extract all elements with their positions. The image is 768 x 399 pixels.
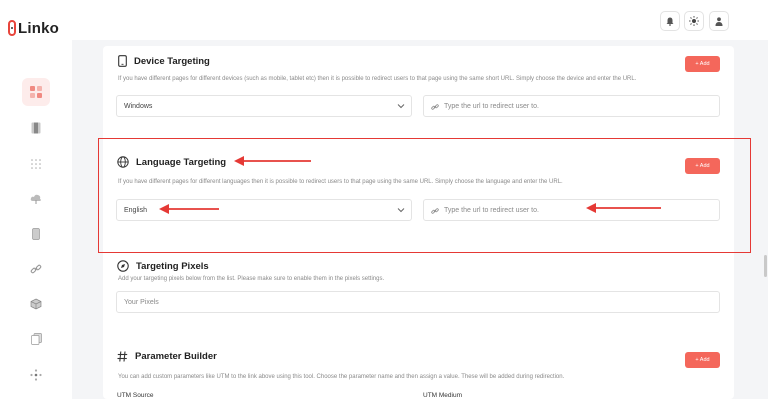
annotation-arrow-title — [234, 156, 311, 166]
device-select[interactable]: Windows — [116, 95, 412, 117]
bookmark-icon — [31, 122, 41, 134]
cloud-icon — [30, 194, 41, 204]
theme-toggle-button[interactable] — [684, 11, 704, 31]
logo-text: Linko — [18, 19, 59, 37]
sidebar-item-bookmarks[interactable] — [22, 114, 50, 142]
targeting-pixels-heading: Targeting Pixels — [117, 260, 209, 272]
sidebar: Linko — [0, 0, 72, 399]
logo-icon — [8, 20, 16, 36]
device-targeting-description: If you have different pages for differen… — [118, 76, 637, 82]
targeting-pixels-title: Targeting Pixels — [136, 260, 209, 272]
sidebar-item-dashboard[interactable] — [22, 78, 50, 106]
grid-dots-icon — [31, 159, 41, 169]
device-url-input[interactable]: Type the url to redirect user to. — [423, 95, 720, 117]
scrollbar-thumb[interactable] — [764, 255, 767, 277]
dashboard-icon — [30, 86, 42, 98]
link-icon — [30, 264, 42, 274]
link-icon — [431, 104, 439, 110]
sidebar-item-packages[interactable] — [22, 290, 50, 318]
sidebar-item-copy[interactable] — [22, 325, 50, 353]
device-url-placeholder: Type the url to redirect user to. — [444, 102, 539, 110]
notifications-button[interactable] — [660, 11, 680, 31]
parameter-add-button[interactable]: + Add — [685, 352, 720, 368]
sidebar-item-move[interactable] — [22, 361, 50, 389]
parameter-builder-heading: Parameter Builder — [117, 351, 217, 362]
profile-button[interactable] — [709, 11, 729, 31]
utm-source-label: UTM Source — [117, 392, 154, 399]
user-icon — [715, 16, 723, 26]
mobile-icon — [32, 228, 40, 240]
device-targeting-heading: Device Targeting — [118, 55, 210, 67]
parameter-builder-description: You can add custom parameters like UTM t… — [118, 374, 565, 380]
hash-icon — [117, 351, 128, 362]
top-bar — [72, 0, 768, 40]
sidebar-item-links[interactable] — [22, 255, 50, 283]
copy-icon — [30, 333, 42, 345]
annotation-arrow-select — [159, 204, 219, 214]
target-icon — [117, 260, 129, 272]
sun-icon — [689, 16, 699, 26]
utm-medium-label: UTM Medium — [423, 392, 463, 399]
logo[interactable]: Linko — [8, 18, 59, 38]
pixels-select[interactable]: Your Pixels — [116, 291, 720, 313]
sidebar-item-mobile[interactable] — [22, 220, 50, 248]
sidebar-item-cloud[interactable] — [22, 185, 50, 213]
device-add-button[interactable]: + Add — [685, 56, 720, 72]
annotation-arrow-url — [586, 203, 661, 213]
box-icon — [30, 298, 42, 310]
device-select-value: Windows — [124, 102, 153, 110]
device-targeting-title: Device Targeting — [134, 55, 210, 67]
pixels-placeholder: Your Pixels — [124, 298, 159, 306]
targeting-pixels-description: Add your targeting pixels below from the… — [118, 276, 385, 282]
sidebar-item-apps[interactable] — [22, 150, 50, 178]
annotation-highlight-box — [98, 138, 751, 253]
scrollbar[interactable] — [762, 40, 768, 399]
bell-icon — [666, 17, 674, 26]
chevron-down-icon — [397, 104, 405, 109]
tablet-icon — [118, 55, 127, 67]
move-icon — [30, 369, 42, 381]
parameter-builder-title: Parameter Builder — [135, 351, 217, 362]
